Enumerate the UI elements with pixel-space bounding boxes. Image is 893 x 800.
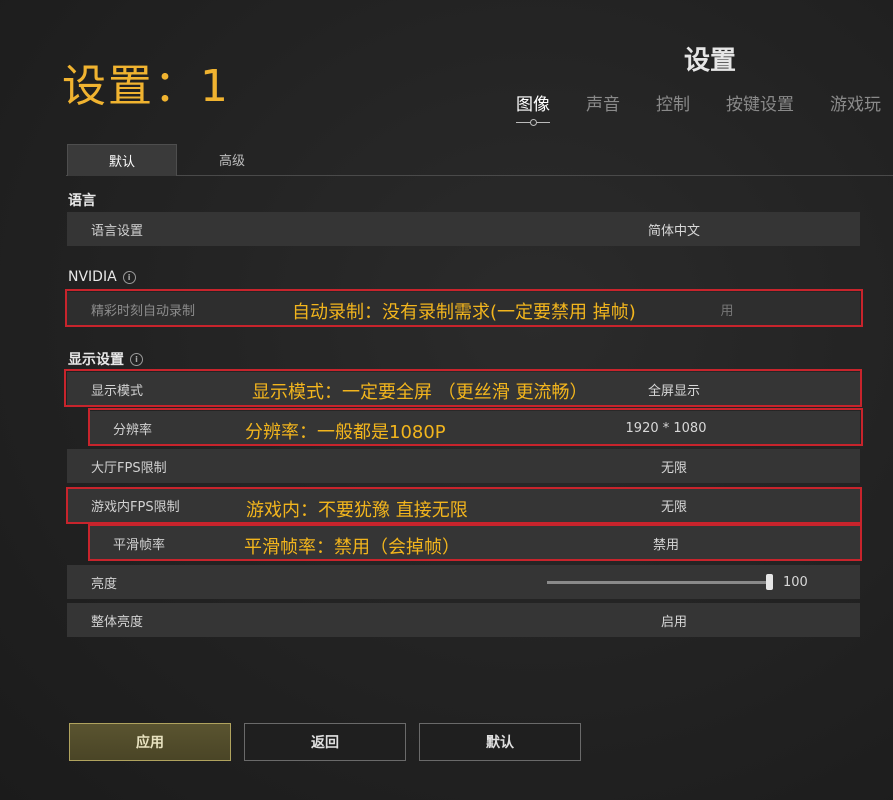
lobby-fps-label: 大厅FPS限制 [91,460,167,476]
tab-keybindings[interactable]: 按键设置 [726,90,794,115]
top-tab-bar: 图像 声音 控制 按键设置 游戏玩 [516,90,893,126]
resolution-label: 分辨率 [113,422,153,438]
section-language-label: 语言 [68,193,96,209]
brightness-slider-fill [547,581,773,584]
auto-record-value[interactable]: 用 [697,300,757,319]
overall-brightness-value[interactable]: 启用 [634,611,714,630]
sub-tab-divider [66,175,893,176]
brightness-value: 100 [783,574,808,590]
default-button[interactable]: 默认 [419,723,581,761]
tab-sound[interactable]: 声音 [586,90,620,115]
settings-count-title: 设置：1 [62,61,230,112]
sub-tab-default[interactable]: 默认 [67,144,177,176]
ingame-fps-value[interactable]: 无限 [634,496,714,515]
sub-tab-advanced[interactable]: 高级 [190,144,274,175]
apply-button[interactable]: 应用 [69,723,231,761]
smooth-frame-value[interactable]: 禁用 [611,534,721,553]
display-mode-value[interactable]: 全屏显示 [634,380,714,399]
annotation-text-auto-record: 自动录制：没有录制需求(一定要禁用 掉帧) [292,302,636,323]
language-setting-label: 语言设置 [91,223,144,239]
section-nvidia-label: NVIDIA [68,269,117,285]
resolution-row[interactable]: 分辨率 1920 * 1080 [90,411,860,445]
lobby-fps-row[interactable]: 大厅FPS限制 无限 [67,449,860,483]
brightness-row[interactable]: 亮度 100 [67,565,860,599]
section-language-title: 语言 [68,190,96,210]
info-icon[interactable]: i [122,270,136,284]
ingame-fps-label: 游戏内FPS限制 [91,499,180,515]
annotation-text-smooth-frame: 平滑帧率：禁用（会掉帧） [244,537,460,558]
smooth-frame-label: 平滑帧率 [113,537,166,553]
display-mode-label: 显示模式 [91,383,144,399]
smooth-frame-row[interactable]: 平滑帧率 禁用 [90,526,860,560]
annotation-text-resolution: 分辨率：一般都是1080P [245,422,446,443]
tab-graphics[interactable]: 图像 [516,90,550,126]
language-setting-value[interactable]: 简体中文 [634,220,714,239]
section-nvidia-title: NVIDIA i [68,269,136,285]
info-icon[interactable]: i [130,352,143,366]
page-title: 设置 [684,46,737,76]
annotation-text-ingame-fps: 游戏内：不要犹豫 直接无限 [246,500,468,521]
resolution-value[interactable]: 1920 * 1080 [611,421,721,436]
back-button[interactable]: 返回 [244,723,406,761]
section-display-title: 显示设置 i [68,349,143,369]
brightness-label: 亮度 [91,576,118,592]
tab-gameplay[interactable]: 游戏玩 [830,90,881,115]
auto-record-label: 精彩时刻自动录制 [91,303,196,319]
tab-control[interactable]: 控制 [656,90,690,115]
language-setting-row[interactable]: 语言设置 简体中文 [67,212,860,246]
lobby-fps-value[interactable]: 无限 [634,457,714,476]
overall-brightness-label: 整体亮度 [91,614,144,630]
brightness-slider[interactable] [547,574,773,590]
overall-brightness-row[interactable]: 整体亮度 启用 [67,603,860,637]
brightness-slider-thumb[interactable] [766,574,773,590]
section-display-label: 显示设置 [68,352,124,368]
annotation-text-display-mode: 显示模式：一定要全屏 （更丝滑 更流畅） [252,382,588,403]
